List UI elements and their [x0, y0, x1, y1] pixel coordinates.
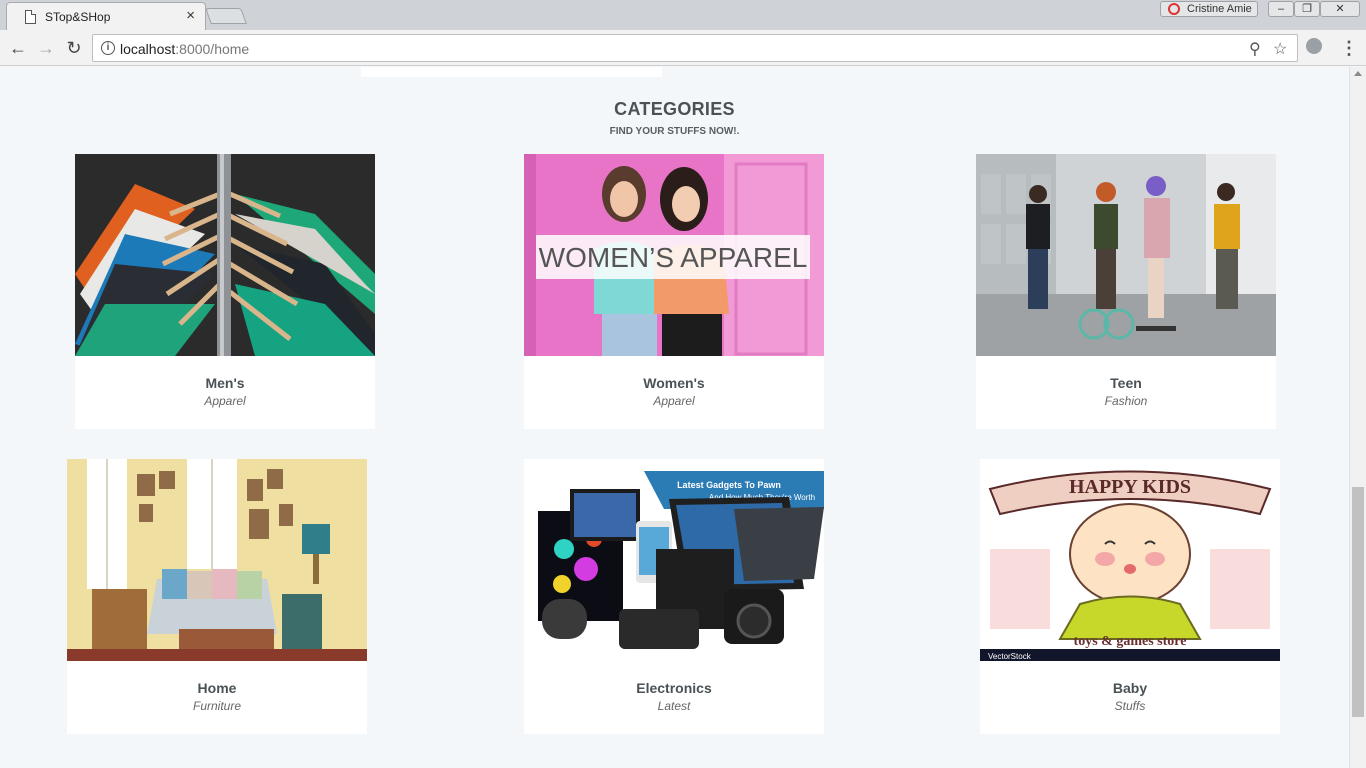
card-tag: Apparel	[204, 394, 246, 408]
previous-section-edge	[361, 67, 662, 77]
teen-image[interactable]	[976, 154, 1276, 356]
card-name[interactable]: Baby	[980, 680, 1280, 696]
tab-title: STop&SHop	[45, 10, 111, 24]
electronics-banner-title: Latest Gadgets To Pawn	[677, 480, 781, 490]
category-card-teen[interactable]: Teen Fashion	[976, 154, 1276, 429]
profile-button[interactable]: Cristine Amie	[1160, 1, 1258, 17]
card-tag: Stuffs	[1114, 699, 1146, 713]
card-name[interactable]: Teen	[976, 375, 1276, 391]
zoom-icon[interactable]: ⚲	[1249, 39, 1261, 59]
categories-subtitle: FIND YOUR STUFFS NOW!.	[609, 126, 740, 137]
category-card-mens[interactable]: Men's Apparel	[75, 154, 375, 429]
mens-image[interactable]	[75, 154, 375, 356]
restore-button[interactable]: ❐	[1294, 1, 1320, 17]
profile-name: Cristine Amie	[1187, 3, 1252, 15]
page-viewport: CATEGORIES FIND YOUR STUFFS NOW!. Men's …	[0, 67, 1349, 768]
card-name[interactable]: Home	[67, 680, 367, 696]
womens-image[interactable]: WOMEN’S APPAREL	[524, 154, 824, 356]
electronics-image[interactable]: Latest Gadgets To Pawn And How Much They…	[524, 459, 824, 661]
profile-icon	[1168, 3, 1180, 15]
womens-banner-text: WOMEN’S APPAREL	[539, 242, 808, 273]
new-tab-button[interactable]	[205, 8, 247, 24]
home-image[interactable]	[67, 459, 367, 661]
category-card-baby[interactable]: HAPPY KIDS toys & games store VectorStoc…	[980, 459, 1280, 734]
browser-tab[interactable]: STop&SHop ×	[6, 2, 206, 31]
watermark-text: VectorStock	[988, 652, 1032, 661]
baby-image[interactable]: HAPPY KIDS toys & games store VectorStoc…	[980, 459, 1280, 661]
categories-title: CATEGORIES	[614, 99, 735, 119]
card-tag: Furniture	[192, 699, 242, 713]
minimize-button[interactable]: –	[1268, 1, 1294, 17]
browser-titlebar: STop&SHop × Cristine Amie – ❐ ✕	[0, 0, 1366, 31]
card-tag: Apparel	[653, 394, 695, 408]
card-name[interactable]: Men's	[75, 375, 375, 391]
card-name[interactable]: Women's	[524, 375, 824, 391]
browser-toolbar: ← → ↻ i localhost:8000/home ⚲ ☆ ⋮	[0, 30, 1366, 66]
card-tag: Latest	[657, 699, 691, 713]
bookmark-star-icon[interactable]: ☆	[1273, 39, 1287, 59]
close-window-button[interactable]: ✕	[1320, 1, 1360, 17]
scroll-up-arrow-icon[interactable]	[1354, 71, 1362, 76]
close-tab-icon[interactable]: ×	[186, 8, 195, 24]
extension-icon[interactable]	[1306, 38, 1322, 54]
category-card-womens[interactable]: WOMEN’S APPAREL Women's Apparel	[524, 154, 824, 429]
forward-icon[interactable]: →	[34, 36, 58, 60]
address-bar[interactable]: i localhost:8000/home ⚲ ☆	[92, 34, 1298, 62]
card-tag: Fashion	[1104, 394, 1148, 408]
back-icon[interactable]: ←	[6, 36, 30, 60]
baby-banner-sub: toys & games store	[1074, 634, 1187, 649]
category-card-electronics[interactable]: Latest Gadgets To Pawn And How Much They…	[524, 459, 824, 734]
menu-icon[interactable]: ⋮	[1340, 36, 1358, 60]
info-icon[interactable]: i	[101, 41, 115, 55]
page-icon	[25, 10, 36, 24]
card-name[interactable]: Electronics	[524, 680, 824, 696]
page-scrollbar[interactable]	[1349, 67, 1366, 768]
url-text[interactable]: localhost:8000/home	[120, 41, 249, 57]
category-card-home[interactable]: Home Furniture	[67, 459, 367, 734]
baby-banner-title: HAPPY KIDS	[1069, 476, 1191, 498]
scroll-thumb[interactable]	[1352, 487, 1364, 717]
reload-icon[interactable]: ↻	[62, 36, 86, 60]
